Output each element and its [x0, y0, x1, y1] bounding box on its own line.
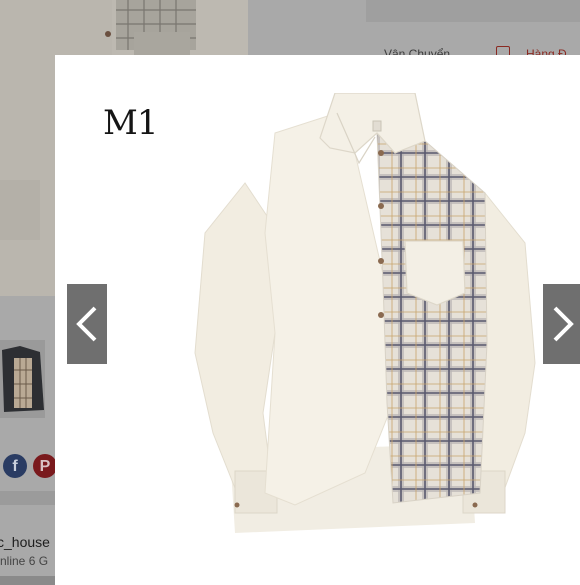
thumbnail-image[interactable]	[0, 340, 45, 418]
shop-name[interactable]: c_house	[0, 534, 50, 550]
image-lightbox: M1	[55, 55, 580, 585]
previous-image-button[interactable]	[67, 284, 107, 364]
product-image	[194, 93, 536, 533]
divider	[0, 491, 55, 505]
pinterest-share-icon[interactable]: P	[33, 454, 57, 478]
shop-online-status: nline 6 G	[0, 554, 49, 568]
chevron-right-icon	[553, 306, 574, 342]
header-bar	[366, 0, 580, 22]
facebook-share-icon[interactable]: f	[3, 454, 27, 478]
chevron-left-icon	[76, 306, 97, 342]
next-image-button[interactable]	[543, 284, 580, 364]
